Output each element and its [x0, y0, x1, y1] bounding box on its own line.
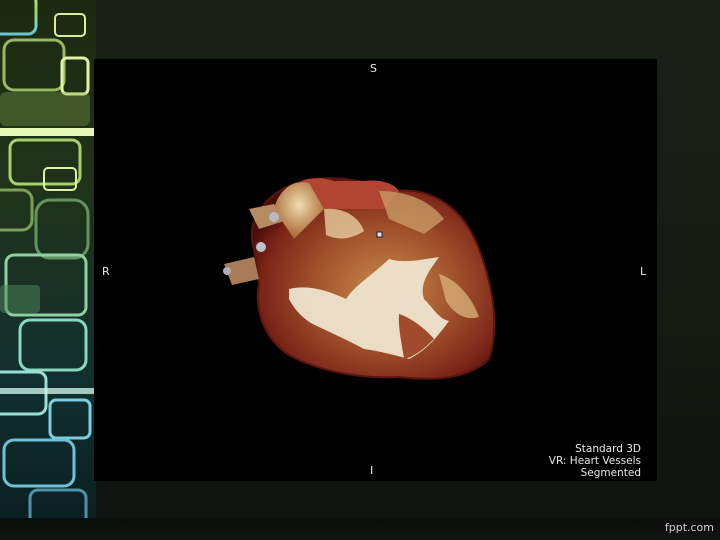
orientation-right-label: R: [102, 265, 110, 278]
brand-watermark: fppt.com: [664, 521, 714, 534]
render-info-line: Segmented: [580, 467, 641, 479]
footer-bar: [0, 518, 720, 540]
orientation-left-label: L: [640, 265, 647, 278]
render-info-overlay: Standard 3D VR: Heart Vessels Segmented: [549, 443, 641, 479]
render-info-line: Standard 3D: [575, 443, 641, 455]
decorative-strip: [0, 0, 96, 540]
orientation-inferior-label: I: [370, 464, 374, 477]
heart-render-image: [223, 177, 496, 380]
orientation-superior-label: S: [370, 62, 377, 75]
3d-render-viewer[interactable]: S R L I Standard 3D VR: Heart Vessels Se…: [94, 59, 657, 481]
render-info-line: VR: Heart Vessels: [548, 455, 641, 467]
